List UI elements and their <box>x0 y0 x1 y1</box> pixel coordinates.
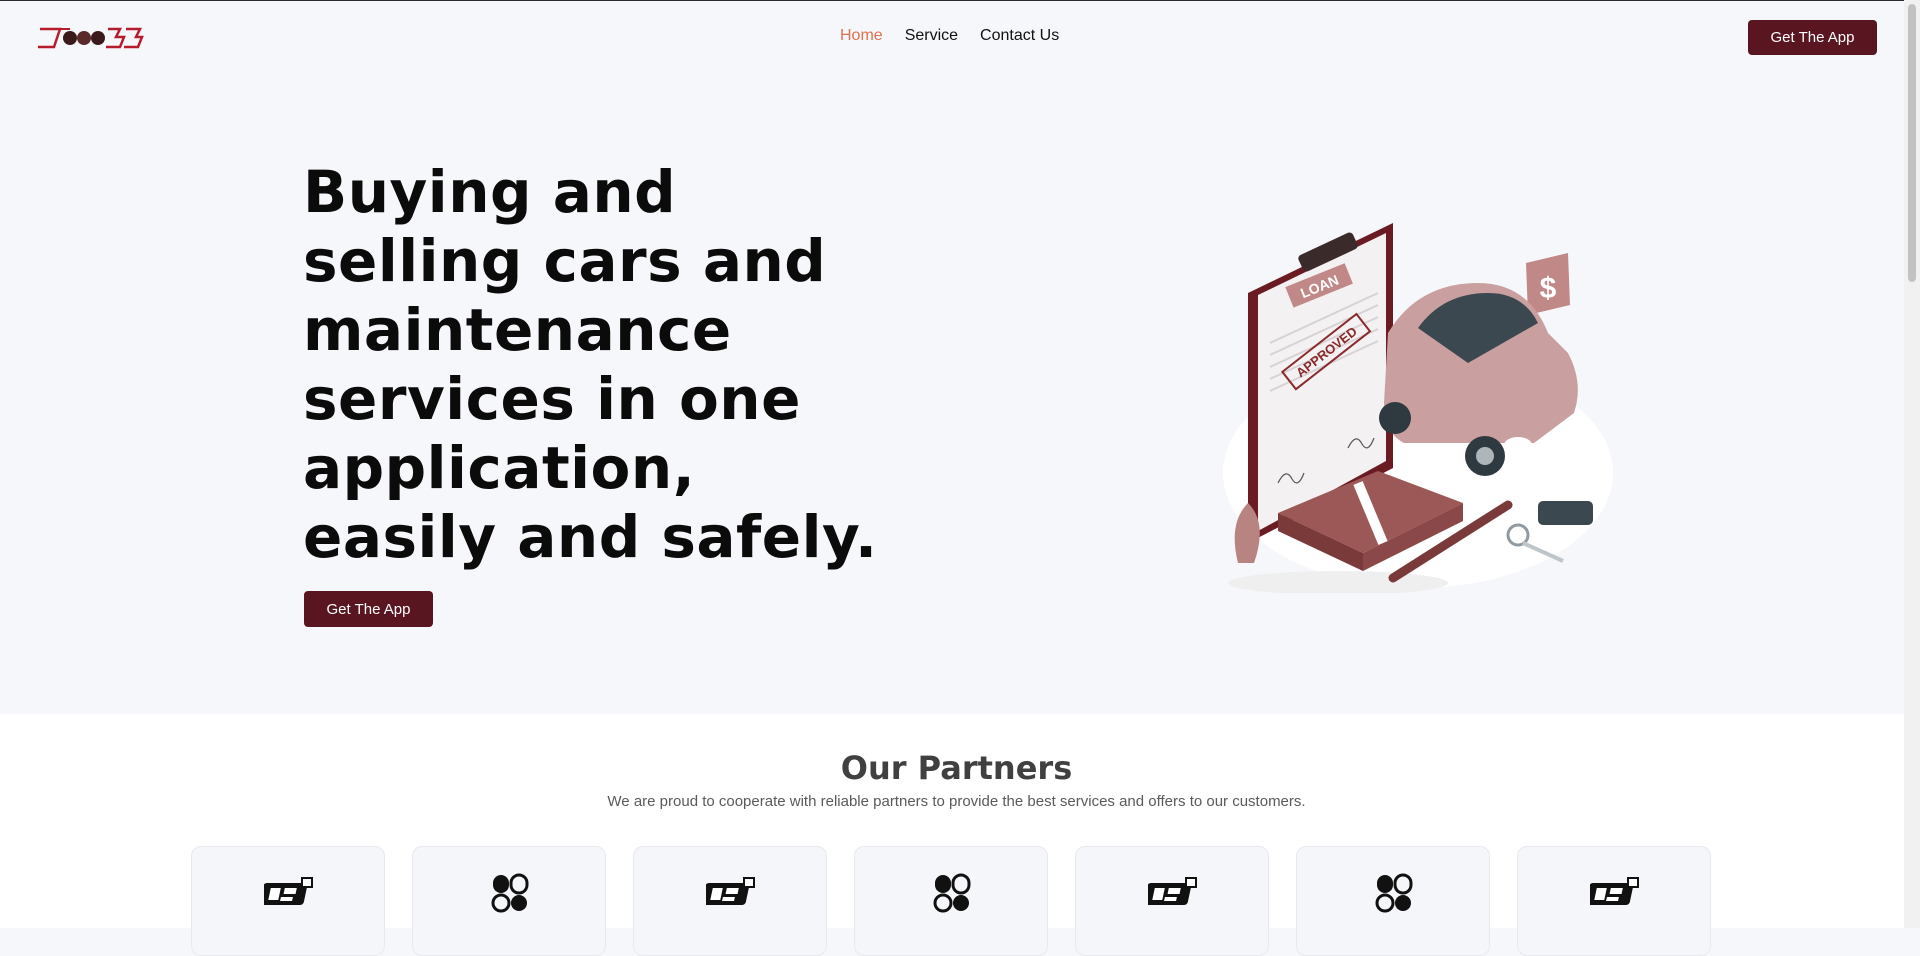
site-header: Home Service Contact Us Get The App <box>0 1 1920 73</box>
partner-logo-b-icon <box>1375 873 1413 913</box>
nav-home[interactable]: Home <box>840 27 883 45</box>
partner-card[interactable] <box>854 846 1048 956</box>
main-nav: Home Service Contact Us <box>840 27 1059 45</box>
dollar-sign: $ <box>1540 272 1557 305</box>
partners-title: Our Partners <box>840 749 1073 787</box>
partner-card[interactable] <box>1517 846 1711 956</box>
partner-logo-a-icon <box>1590 877 1639 905</box>
partner-logo-b-icon <box>933 873 971 913</box>
partner-logo-b-icon <box>491 873 529 913</box>
partner-card[interactable] <box>412 846 606 956</box>
scrollbar-thumb[interactable] <box>1908 4 1916 282</box>
nav-contact-us[interactable]: Contact Us <box>980 27 1059 45</box>
partner-card[interactable] <box>191 846 385 956</box>
partner-card[interactable] <box>633 846 827 956</box>
partners-list <box>191 846 1711 956</box>
car-loan-illustration: LOAN APPROVED $ <box>1223 223 1613 593</box>
get-app-button[interactable]: Get The App <box>1748 20 1877 55</box>
partner-card[interactable] <box>1296 846 1490 956</box>
partner-card[interactable] <box>1075 846 1269 956</box>
partners-section: Our Partners We are proud to cooperate w… <box>0 714 1920 956</box>
partner-logo-a-icon <box>1148 877 1197 905</box>
partners-subtitle: We are proud to cooperate with reliable … <box>607 793 1306 810</box>
partner-logo-a-icon <box>264 877 313 905</box>
hero-get-app-button[interactable]: Get The App <box>304 591 433 627</box>
page-scrollbar[interactable] <box>1904 0 1920 928</box>
hero-title: Buying and selling cars and maintenance … <box>303 158 878 571</box>
nav-service[interactable]: Service <box>905 27 958 45</box>
brand-logo[interactable] <box>36 23 144 51</box>
partner-logo-a-icon <box>706 877 755 905</box>
